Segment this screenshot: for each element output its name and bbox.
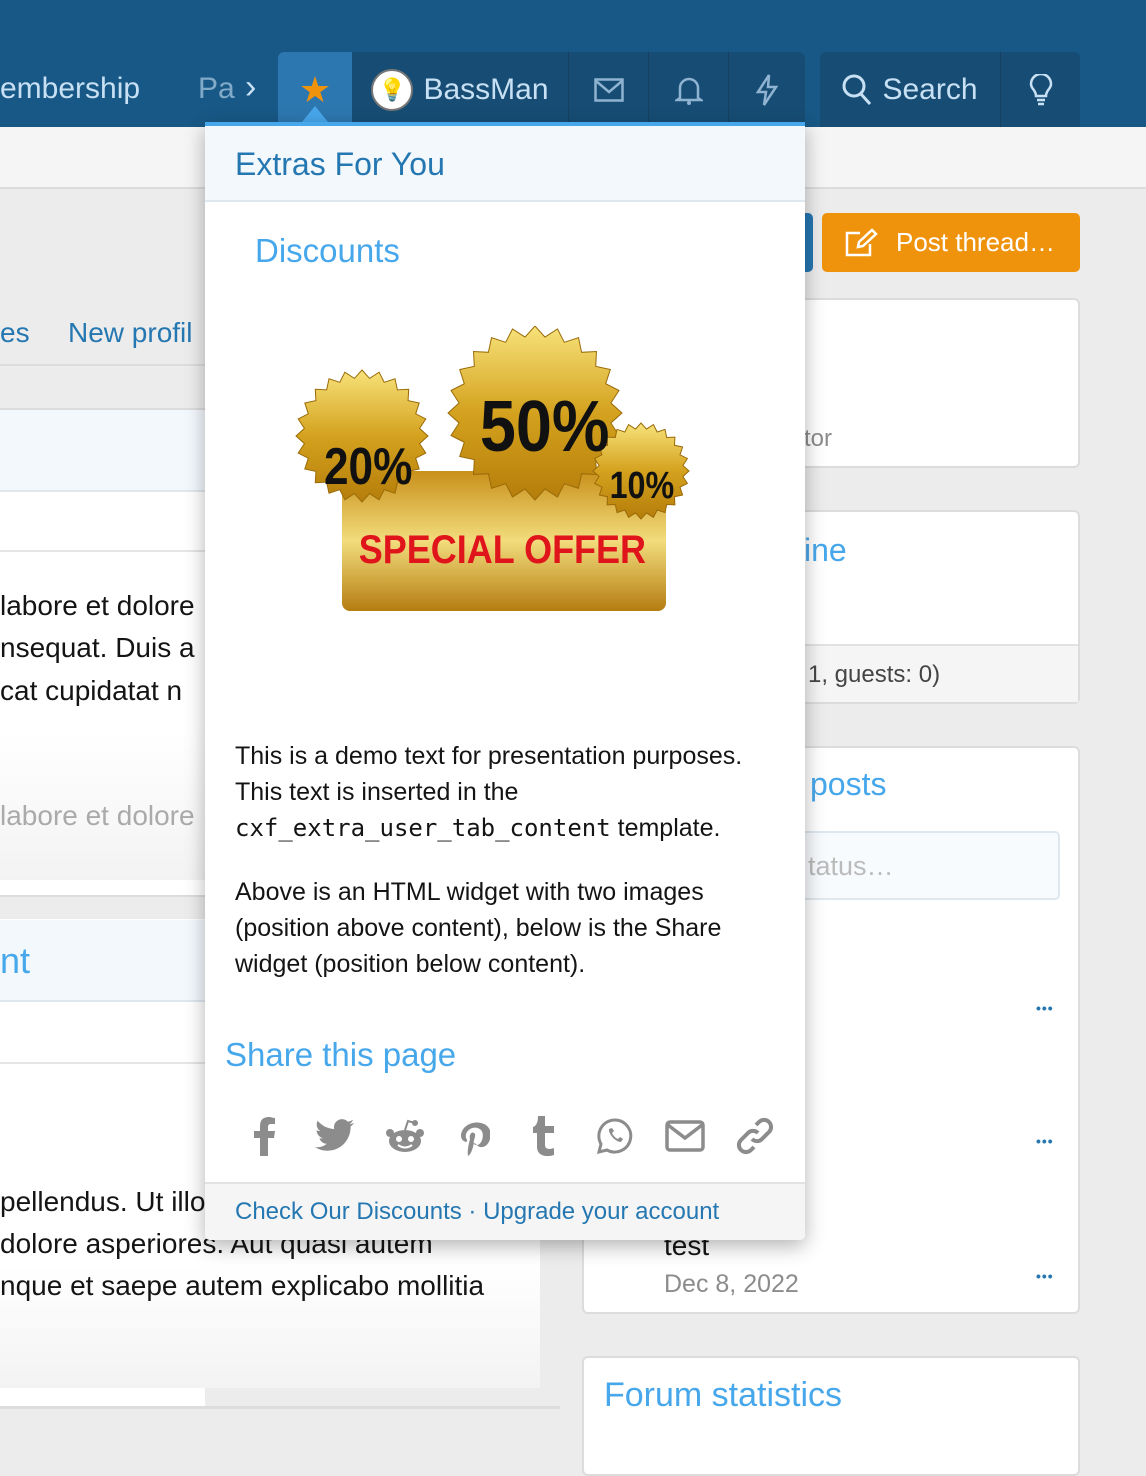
inbox-button[interactable]: [568, 52, 648, 127]
more-options-button[interactable]: •••: [1036, 1000, 1054, 1016]
left-text-1: labore et dolore: [0, 590, 195, 621]
template-name: cxf_extra_user_tab_content: [235, 814, 611, 842]
left-text-2: nsequat. Duis a: [0, 632, 195, 663]
post-thread-label: Post thread…: [896, 227, 1055, 257]
left-text-3: cat cupidatat n: [0, 675, 183, 706]
demo-line-1: This is a demo text for presentation pur…: [235, 742, 743, 770]
upgrade-account-link[interactable]: Upgrade your account: [483, 1198, 719, 1225]
bolt-icon: [755, 73, 779, 106]
status-placeholder: tatus…: [808, 851, 894, 881]
twitter-icon[interactable]: [315, 1116, 355, 1156]
demo-text-1: This is a demo text for presentation pur…: [235, 738, 785, 846]
card1-text: tor: [804, 425, 833, 452]
discounts-heading[interactable]: Discounts: [255, 232, 400, 270]
nav-partial-item[interactable]: Pa: [198, 72, 235, 106]
left-faded-text: labore et dolore: [0, 800, 195, 831]
left-post-body: [0, 580, 205, 880]
whatsapp-icon[interactable]: [595, 1116, 635, 1156]
profile-tabs: es New profil: [0, 300, 205, 366]
status-input[interactable]: tatus…: [784, 831, 1060, 900]
username: BassMan: [423, 72, 549, 106]
share-heading: Share this page: [225, 1036, 457, 1073]
special-offer-image: 50% 20% 10% SPECIAL OFFER: [295, 326, 690, 611]
star-icon: ★: [298, 68, 332, 110]
facebook-icon[interactable]: [245, 1116, 285, 1156]
card-bottom: [0, 1406, 560, 1409]
post-date[interactable]: Dec 8, 2022: [664, 1270, 799, 1299]
badge-10-text: 10%: [610, 465, 675, 507]
reddit-icon[interactable]: [385, 1116, 425, 1156]
avatar: 💡: [371, 68, 414, 111]
search-button[interactable]: Search: [820, 52, 1000, 127]
envelope-icon: [593, 77, 624, 102]
online-count: 1, guests: 0): [808, 661, 941, 688]
edit-icon: [845, 227, 878, 256]
post-thread-button[interactable]: Post thread…: [822, 213, 1080, 272]
email-icon[interactable]: [665, 1116, 705, 1156]
whats-new-button[interactable]: [728, 52, 805, 127]
demo-line-3: template.: [610, 814, 721, 842]
user-account-button[interactable]: 💡 BassMan: [352, 52, 568, 127]
more-options-button[interactable]: •••: [1036, 1133, 1054, 1149]
tab-new-profile-posts[interactable]: New profil: [68, 317, 192, 349]
more-options-button[interactable]: •••: [1036, 1268, 1054, 1284]
popup-arrow: [302, 106, 328, 122]
search-label: Search: [882, 72, 978, 106]
forum-statistics-card: Forum statistics: [582, 1356, 1080, 1476]
tumblr-icon[interactable]: [525, 1116, 565, 1156]
badge-20-text: 20%: [324, 438, 412, 496]
demo-line-2: This text is inserted in the: [235, 778, 519, 806]
left-block-title: nt: [0, 940, 31, 981]
forum-statistics-title: Forum statistics: [604, 1376, 843, 1414]
banner-text: SPECIAL OFFER: [359, 528, 646, 572]
extras-popup: Extras For You Discounts 50% 20% 10% SPE…: [205, 122, 805, 1240]
share-buttons: [245, 1116, 775, 1156]
search-icon: [842, 74, 872, 105]
lightbulb-icon: [1029, 73, 1052, 105]
pinterest-icon[interactable]: [455, 1116, 495, 1156]
left-text-6: nque et saepe autem explicabo mollitia: [0, 1270, 485, 1301]
profile-posts-title: posts: [810, 766, 887, 802]
nav-scroll-right-icon[interactable]: ›: [245, 68, 256, 107]
style-variation-button[interactable]: [1000, 52, 1080, 127]
bell-icon: [674, 77, 703, 105]
alerts-button[interactable]: [648, 52, 728, 127]
left-block-header: nt: [0, 920, 205, 1002]
left-gap: [0, 895, 205, 919]
nav-membership[interactable]: embership: [0, 72, 140, 106]
demo-text-2: Above is an HTML widget with two images …: [235, 878, 722, 978]
popup-footer: Check Our Discounts · Upgrade your accou…: [205, 1182, 805, 1240]
members-online-title: ine: [804, 532, 847, 568]
check-discounts-link[interactable]: Check Our Discounts: [235, 1198, 462, 1225]
tab-partial[interactable]: es: [0, 317, 30, 349]
separator: ·: [461, 1198, 484, 1225]
top-navigation: embership Pa › ★ 💡 BassMan Search: [0, 0, 1146, 127]
left-text-4: pellendus. Ut illo: [0, 1186, 206, 1217]
badge-50-text: 50%: [480, 386, 610, 467]
link-icon[interactable]: [735, 1116, 775, 1156]
popup-title: Extras For You: [205, 126, 805, 202]
